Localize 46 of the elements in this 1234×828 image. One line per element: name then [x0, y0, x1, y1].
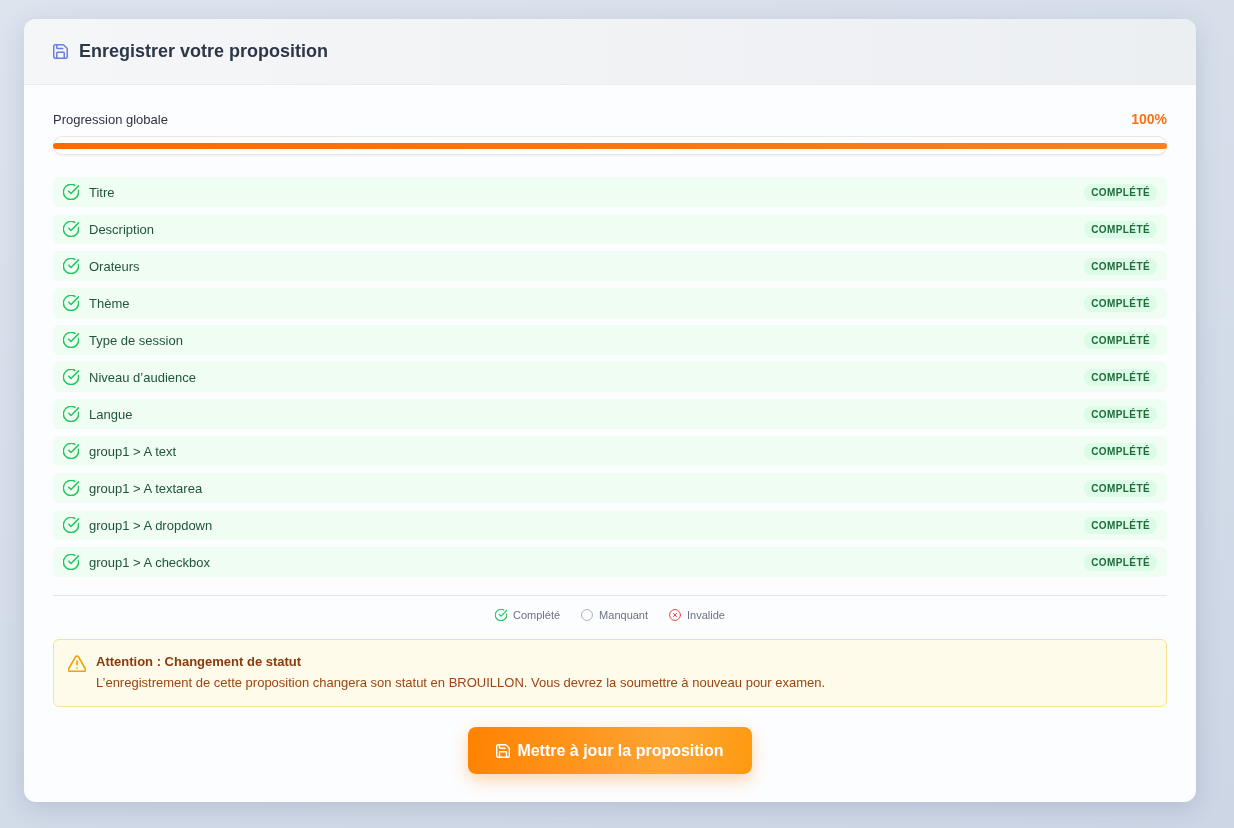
field-name: group1 > A dropdown	[89, 517, 214, 533]
check-circle-icon	[63, 221, 79, 237]
field-name: group1 > A textarea	[89, 480, 204, 496]
check-circle-icon	[63, 295, 79, 311]
warning-message: L’enregistrement de cette proposition changera son statut en BROUILLON. Vous devrez la soumettre à nouveau pour examen.	[96, 675, 826, 690]
field-name: Type de session	[89, 332, 184, 348]
status-badge: COMPLÉTÉ	[1084, 479, 1157, 497]
status-badge: COMPLÉTÉ	[1084, 257, 1157, 275]
check-circle-icon	[63, 443, 79, 459]
warning-triangle-icon	[68, 655, 86, 672]
status-badge: COMPLÉTÉ	[1084, 516, 1157, 534]
empty-circle-icon	[581, 609, 594, 621]
field-name: Orateurs	[89, 258, 141, 274]
status-badge: COMPLÉTÉ	[1084, 368, 1157, 386]
check-circle-icon	[63, 517, 79, 533]
status-badge: COMPLÉTÉ	[1084, 331, 1157, 349]
legend-label: Complété	[513, 609, 561, 621]
warning-title: Attention : Changement de statut	[96, 654, 303, 669]
dialog-title: Enregistrer votre proposition	[79, 41, 329, 62]
legend-label: Invalide	[687, 609, 725, 621]
check-circle-icon	[63, 332, 79, 348]
field-name: group1 > A checkbox	[89, 554, 212, 570]
check-circle-icon	[63, 480, 79, 496]
status-badge: COMPLÉTÉ	[1084, 183, 1157, 201]
progress-percentage: 100%	[1131, 111, 1167, 127]
update-proposal-button[interactable]: Mettre à jour la proposition	[468, 727, 752, 774]
check-circle-icon	[63, 554, 79, 570]
x-circle-icon	[669, 609, 682, 621]
status-badge: COMPLÉTÉ	[1084, 553, 1157, 571]
field-name: Niveau d’audience	[89, 369, 197, 385]
field-name: Titre	[89, 184, 116, 200]
field-name: Langue	[89, 406, 134, 422]
check-circle-icon	[63, 406, 79, 422]
check-circle-icon	[495, 609, 508, 621]
field-name: group1 > A text	[89, 443, 178, 459]
check-circle-icon	[63, 258, 79, 274]
check-circle-icon	[63, 184, 79, 200]
progress-label: Progression globale	[53, 111, 168, 127]
status-badge: COMPLÉTÉ	[1084, 220, 1157, 238]
status-badge: COMPLÉTÉ	[1084, 405, 1157, 423]
status-badge: COMPLÉTÉ	[1084, 442, 1157, 460]
field-name: Thème	[89, 295, 131, 311]
legend-label: Manquant	[599, 609, 649, 621]
field-name: Description	[89, 221, 156, 237]
check-circle-icon	[63, 369, 79, 385]
status-badge: COMPLÉTÉ	[1084, 294, 1157, 312]
